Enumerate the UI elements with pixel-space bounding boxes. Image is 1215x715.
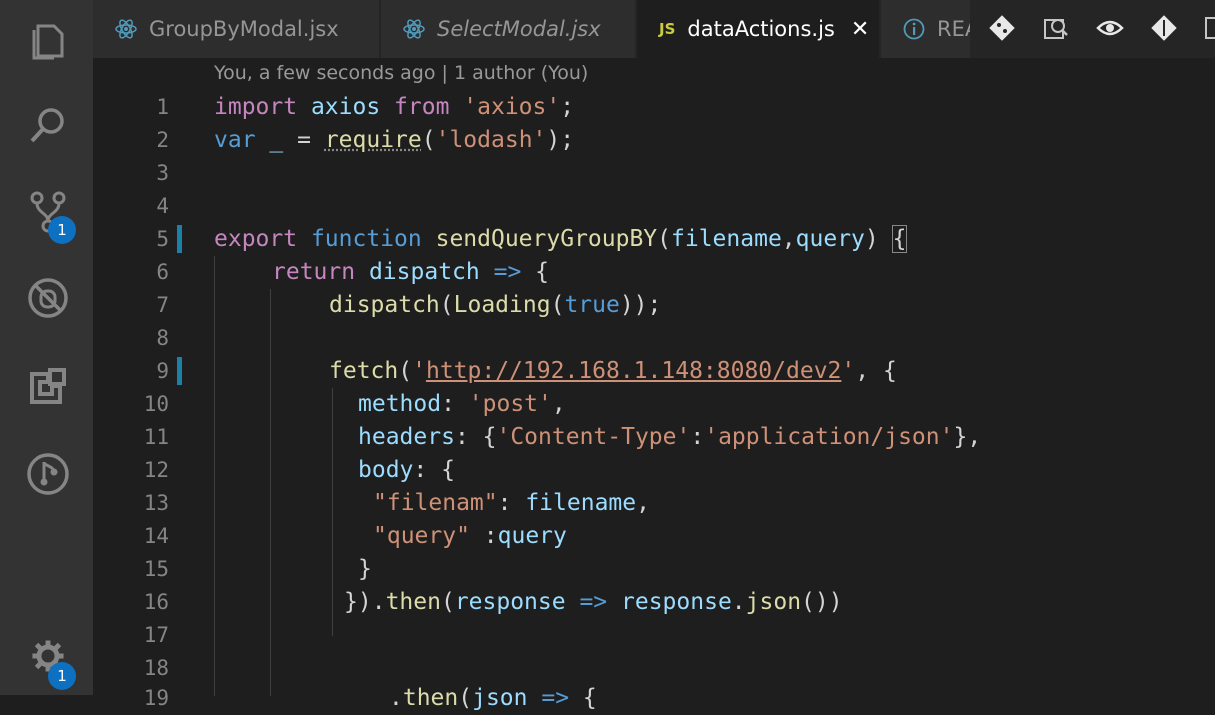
- line-number: 13: [93, 487, 169, 520]
- code-line: 17: [93, 619, 1215, 652]
- tab-label: dataActions.js: [687, 17, 834, 41]
- code-line: 19 .then(json => {: [93, 682, 1215, 715]
- git-commit-icon[interactable]: [1150, 14, 1178, 42]
- tab-dataactions[interactable]: JS dataActions.js ✕: [637, 0, 879, 58]
- code-line: 18: [93, 652, 1215, 685]
- code-text: headers: {'Content-Type':'application/js…: [358, 421, 981, 454]
- line-number: 17: [93, 619, 169, 652]
- code-text: return dispatch => {: [272, 256, 549, 289]
- js-icon: JS: [659, 20, 675, 38]
- code-line: 9 fetch('http://192.168.1.148:8080/dev2'…: [93, 355, 1215, 388]
- code-line: 5 export function sendQueryGroupBY(filen…: [93, 223, 1215, 256]
- line-number: 19: [93, 682, 169, 715]
- modified-line-marker[interactable]: [177, 225, 182, 253]
- code-line: 7 dispatch(Loading(true));: [93, 289, 1215, 322]
- line-number: 7: [93, 289, 169, 322]
- info-icon: [903, 18, 925, 40]
- url-link[interactable]: http://192.168.1.148:8080/dev2: [426, 358, 841, 384]
- line-number: 8: [93, 322, 169, 355]
- inline-view-icon[interactable]: [1096, 14, 1124, 42]
- line-number: 15: [93, 553, 169, 586]
- gitlens-icon[interactable]: [26, 452, 70, 496]
- line-number: 5: [93, 223, 169, 256]
- code-text: method: 'post',: [358, 388, 566, 421]
- line-number: 12: [93, 454, 169, 487]
- split-editor-icon[interactable]: [1204, 14, 1215, 42]
- code-text: }).then(response => response.json()): [344, 586, 843, 619]
- code-text: fetch('http://192.168.1.148:8080/dev2', …: [329, 355, 897, 388]
- code-line: 15 }: [93, 553, 1215, 586]
- line-number: 10: [93, 388, 169, 421]
- code-line: 6 return dispatch => {: [93, 256, 1215, 289]
- code-line: 12 body: {: [93, 454, 1215, 487]
- code-line: 13 "filenam": filename,: [93, 487, 1215, 520]
- code-text: .then(json => {: [389, 682, 597, 715]
- tab-label: SelectModal.jsx: [437, 17, 601, 41]
- code-line: 1 import axios from 'axios';: [93, 91, 1215, 124]
- code-text: body: {: [358, 454, 455, 487]
- activity-bar: 1 1: [0, 0, 93, 695]
- code-line: 16 }).then(response => response.json()): [93, 586, 1215, 619]
- code-line: 2 var _ = require('lodash');: [93, 124, 1215, 157]
- line-number: 3: [93, 157, 169, 190]
- line-number: 6: [93, 256, 169, 289]
- tab-label: GroupByModal.jsx: [149, 17, 339, 41]
- line-number: 14: [93, 520, 169, 553]
- tab-groupbymodal[interactable]: GroupByModal.jsx: [93, 0, 379, 58]
- line-number: 18: [93, 652, 169, 685]
- code-line: 4: [93, 190, 1215, 223]
- code-text: "filenam": filename,: [373, 487, 650, 520]
- tab-selectmodal[interactable]: SelectModal.jsx: [381, 0, 635, 58]
- close-icon[interactable]: ✕: [851, 17, 869, 42]
- code-text: "query" :query: [373, 520, 567, 553]
- codelens-blame[interactable]: You, a few seconds ago | 1 author (You): [214, 62, 588, 84]
- line-number: 16: [93, 586, 169, 619]
- modified-line-marker[interactable]: [177, 357, 182, 385]
- code-text: }: [358, 553, 372, 586]
- git-compare-icon[interactable]: [988, 14, 1016, 42]
- line-number: 4: [93, 190, 169, 223]
- open-preview-icon[interactable]: [1042, 14, 1070, 42]
- code-editor[interactable]: You, a few seconds ago | 1 author (You) …: [93, 58, 1215, 695]
- code-line: 10 method: 'post',: [93, 388, 1215, 421]
- code-line: 11 headers: {'Content-Type':'application…: [93, 421, 1215, 454]
- react-icon: [115, 18, 137, 40]
- code-text: export function sendQueryGroupBY(filenam…: [214, 223, 906, 256]
- code-text: var _ = require('lodash');: [214, 124, 574, 157]
- source-control-badge: 1: [48, 216, 76, 244]
- settings-badge: 1: [48, 662, 76, 690]
- code-line: 8: [93, 322, 1215, 355]
- explorer-icon[interactable]: [26, 18, 70, 62]
- code-text: import axios from 'axios';: [214, 91, 574, 124]
- react-icon: [403, 18, 425, 40]
- editor-actions: [970, 0, 1215, 58]
- line-number: 11: [93, 421, 169, 454]
- line-number: 9: [93, 355, 169, 388]
- code-line: 14 "query" :query: [93, 520, 1215, 553]
- code-line: 3: [93, 157, 1215, 190]
- line-number: 1: [93, 91, 169, 124]
- debug-icon[interactable]: [26, 276, 70, 320]
- extensions-icon[interactable]: [26, 364, 70, 408]
- line-number: 2: [93, 124, 169, 157]
- search-icon[interactable]: [26, 104, 70, 148]
- code-text: dispatch(Loading(true));: [329, 289, 661, 322]
